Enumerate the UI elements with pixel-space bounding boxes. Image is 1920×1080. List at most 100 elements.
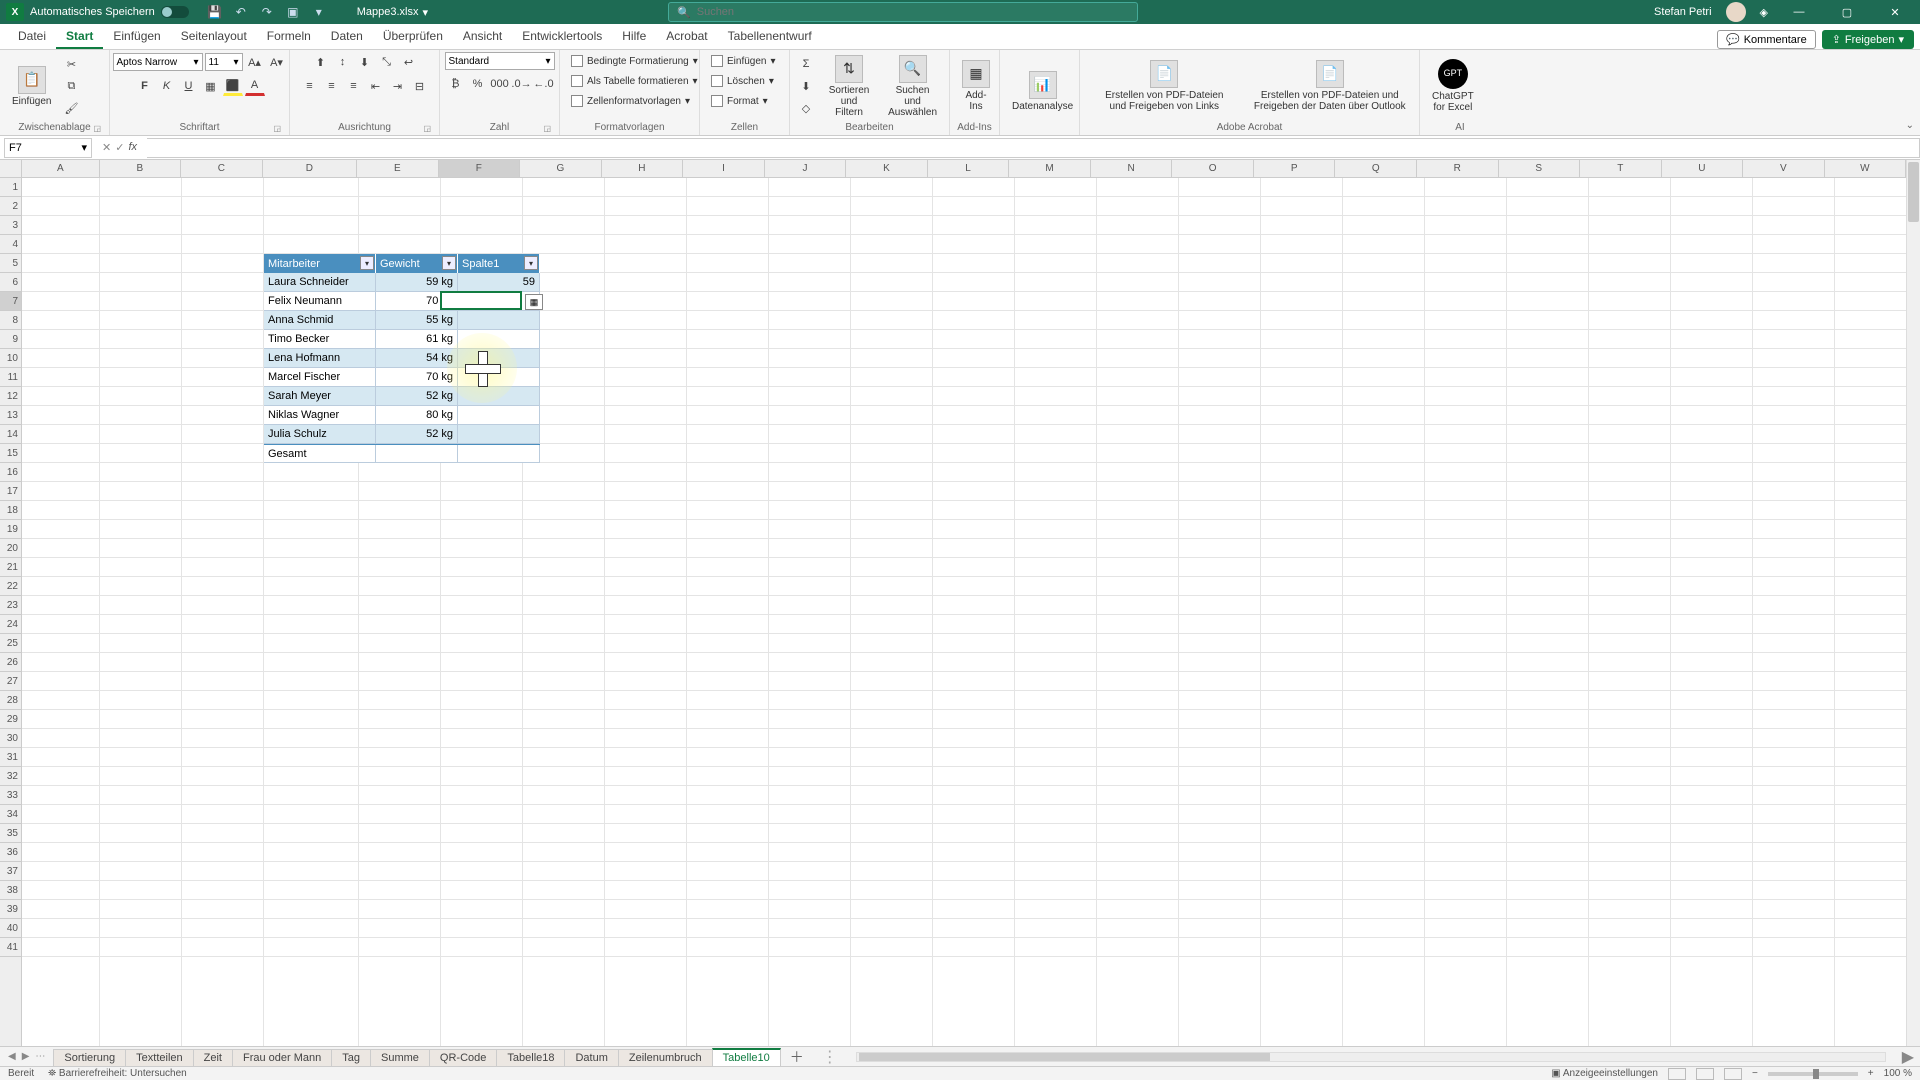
sheet-nav-menu-icon[interactable]: ⋯ — [35, 1051, 45, 1062]
acrobat-outlook-button[interactable]: 📄Erstellen von PDF-Dateien und Freigeben… — [1247, 58, 1413, 114]
table-cell[interactable]: Marcel Fischer — [264, 368, 376, 387]
decrease-font-icon[interactable]: A▾ — [267, 52, 287, 72]
table-cell[interactable]: Gesamt — [264, 445, 376, 463]
delete-cells-button[interactable]: Löschen▾ — [706, 72, 779, 90]
format-cells-button[interactable]: Format▾ — [706, 92, 773, 110]
autosum-icon[interactable]: Σ — [796, 54, 816, 74]
table-row[interactable]: Timo Becker61 kg — [264, 330, 540, 349]
dialog-launcher-icon[interactable]: ◲ — [93, 124, 101, 133]
copy-icon[interactable]: ⧉ — [61, 76, 81, 96]
diamond-icon[interactable]: ◈ — [1760, 6, 1768, 19]
table-cell[interactable]: 59 — [458, 273, 540, 292]
col-header-C[interactable]: C — [181, 160, 263, 177]
sheet-tab[interactable]: Datum — [564, 1049, 618, 1066]
align-right-icon[interactable]: ≡ — [344, 76, 364, 96]
table-cell[interactable] — [458, 406, 540, 425]
menu-tab-ansicht[interactable]: Ansicht — [453, 25, 512, 49]
conditional-formatting-button[interactable]: Bedingte Formatierung▾ — [566, 52, 703, 70]
sort-filter-button[interactable]: ⇅Sortieren und Filtern — [820, 53, 878, 120]
table-total-row[interactable]: Gesamt — [264, 444, 540, 463]
sheet-tab[interactable]: Sortierung — [53, 1049, 126, 1066]
format-as-table-button[interactable]: Als Tabelle formatieren▾ — [566, 72, 703, 90]
row-header-32[interactable]: 32 — [0, 767, 21, 786]
format-painter-icon[interactable]: 🖌 — [61, 98, 81, 118]
scroll-right-icon[interactable]: ▶ — [1896, 1047, 1920, 1067]
italic-icon[interactable]: K — [157, 76, 177, 96]
font-name-dropdown[interactable]: Aptos Narrow▾ — [113, 53, 203, 71]
toggle-switch[interactable] — [161, 6, 189, 18]
vertical-scrollbar[interactable] — [1906, 160, 1920, 1046]
table-row[interactable]: Lena Hofmann54 kg — [264, 349, 540, 368]
currency-icon[interactable]: ₿ — [446, 74, 466, 94]
row-header-25[interactable]: 25 — [0, 634, 21, 653]
row-header-18[interactable]: 18 — [0, 501, 21, 520]
sheet-tab[interactable]: Summe — [370, 1049, 430, 1066]
percent-icon[interactable]: % — [468, 74, 488, 94]
normal-view-icon[interactable] — [1668, 1068, 1686, 1080]
row-header-14[interactable]: 14 — [0, 425, 21, 444]
table-cell[interactable] — [458, 311, 540, 330]
row-header-1[interactable]: 1 — [0, 178, 21, 197]
username[interactable]: Stefan Petri — [1654, 6, 1711, 18]
table-cell[interactable]: Laura Schneider — [264, 273, 376, 292]
qat-more-icon[interactable]: ▾ — [311, 4, 327, 20]
col-header-S[interactable]: S — [1499, 160, 1581, 177]
acrobat-create-link-button[interactable]: 📄Erstellen von PDF-Dateien und Freigeben… — [1086, 58, 1243, 114]
increase-indent-icon[interactable]: ⇥ — [388, 76, 408, 96]
table-cell[interactable] — [458, 330, 540, 349]
col-header-K[interactable]: K — [846, 160, 928, 177]
table-cell[interactable] — [458, 349, 540, 368]
table-cell[interactable]: Anna Schmid — [264, 311, 376, 330]
row-header-6[interactable]: 6 — [0, 273, 21, 292]
page-break-view-icon[interactable] — [1724, 1068, 1742, 1080]
row-header-12[interactable]: 12 — [0, 387, 21, 406]
row-header-39[interactable]: 39 — [0, 900, 21, 919]
sheet-nav-prev-icon[interactable]: ◀ — [8, 1051, 16, 1062]
table-cell[interactable]: Timo Becker — [264, 330, 376, 349]
row-header-31[interactable]: 31 — [0, 748, 21, 767]
enter-formula-icon[interactable]: ✓ — [115, 141, 124, 154]
underline-icon[interactable]: U — [179, 76, 199, 96]
row-header-29[interactable]: 29 — [0, 710, 21, 729]
table-row[interactable]: Niklas Wagner80 kg — [264, 406, 540, 425]
fx-icon[interactable]: fx — [128, 141, 137, 154]
zoom-slider[interactable] — [1768, 1072, 1858, 1076]
data-analysis-button[interactable]: 📊Datenanalyse — [1006, 69, 1079, 114]
table-cell[interactable]: 52 kg — [376, 425, 458, 444]
align-middle-icon[interactable]: ↕ — [333, 52, 353, 72]
share-button[interactable]: ⇪ Freigeben ▾ — [1822, 30, 1914, 49]
comments-button[interactable]: 💬 Kommentare — [1717, 30, 1816, 49]
table-row[interactable]: Laura Schneider59 kg59 — [264, 273, 540, 292]
accessibility-status[interactable]: ⛯ Barrierefreiheit: Untersuchen — [48, 1068, 187, 1079]
col-header-J[interactable]: J — [765, 160, 847, 177]
table-cell[interactable] — [376, 445, 458, 463]
fill-icon[interactable]: ⬇ — [796, 76, 816, 96]
name-box[interactable]: F7▾ — [4, 138, 92, 158]
table-cell[interactable] — [458, 445, 540, 463]
col-header-U[interactable]: U — [1662, 160, 1744, 177]
maximize-button[interactable]: ▢ — [1830, 0, 1864, 24]
undo-icon[interactable]: ↶ — [233, 4, 249, 20]
minimize-button[interactable]: — — [1782, 0, 1816, 24]
col-header-T[interactable]: T — [1580, 160, 1662, 177]
col-header-O[interactable]: O — [1172, 160, 1254, 177]
select-all-corner[interactable] — [0, 160, 22, 178]
table-cell[interactable]: 70 kg — [376, 292, 458, 311]
number-format-dropdown[interactable]: Standard▾ — [445, 52, 555, 70]
col-header-P[interactable]: P — [1254, 160, 1336, 177]
font-size-dropdown[interactable]: 11▾ — [205, 53, 243, 71]
cancel-formula-icon[interactable]: ✕ — [102, 141, 111, 154]
table-cell[interactable]: Julia Schulz — [264, 425, 376, 444]
col-header-L[interactable]: L — [928, 160, 1010, 177]
row-header-9[interactable]: 9 — [0, 330, 21, 349]
dialog-launcher-icon[interactable]: ◲ — [273, 124, 281, 133]
table-cell[interactable]: Sarah Meyer — [264, 387, 376, 406]
menu-tab-start[interactable]: Start — [56, 25, 103, 49]
filter-dropdown-icon[interactable]: ▾ — [524, 256, 538, 270]
fill-color-icon[interactable]: ⬛ — [223, 76, 243, 96]
sheet-nav-next-icon[interactable]: ▶ — [22, 1051, 30, 1062]
row-header-26[interactable]: 26 — [0, 653, 21, 672]
col-header-V[interactable]: V — [1743, 160, 1825, 177]
row-header-30[interactable]: 30 — [0, 729, 21, 748]
display-settings-button[interactable]: ▣ Anzeigeeinstellungen — [1551, 1068, 1658, 1079]
